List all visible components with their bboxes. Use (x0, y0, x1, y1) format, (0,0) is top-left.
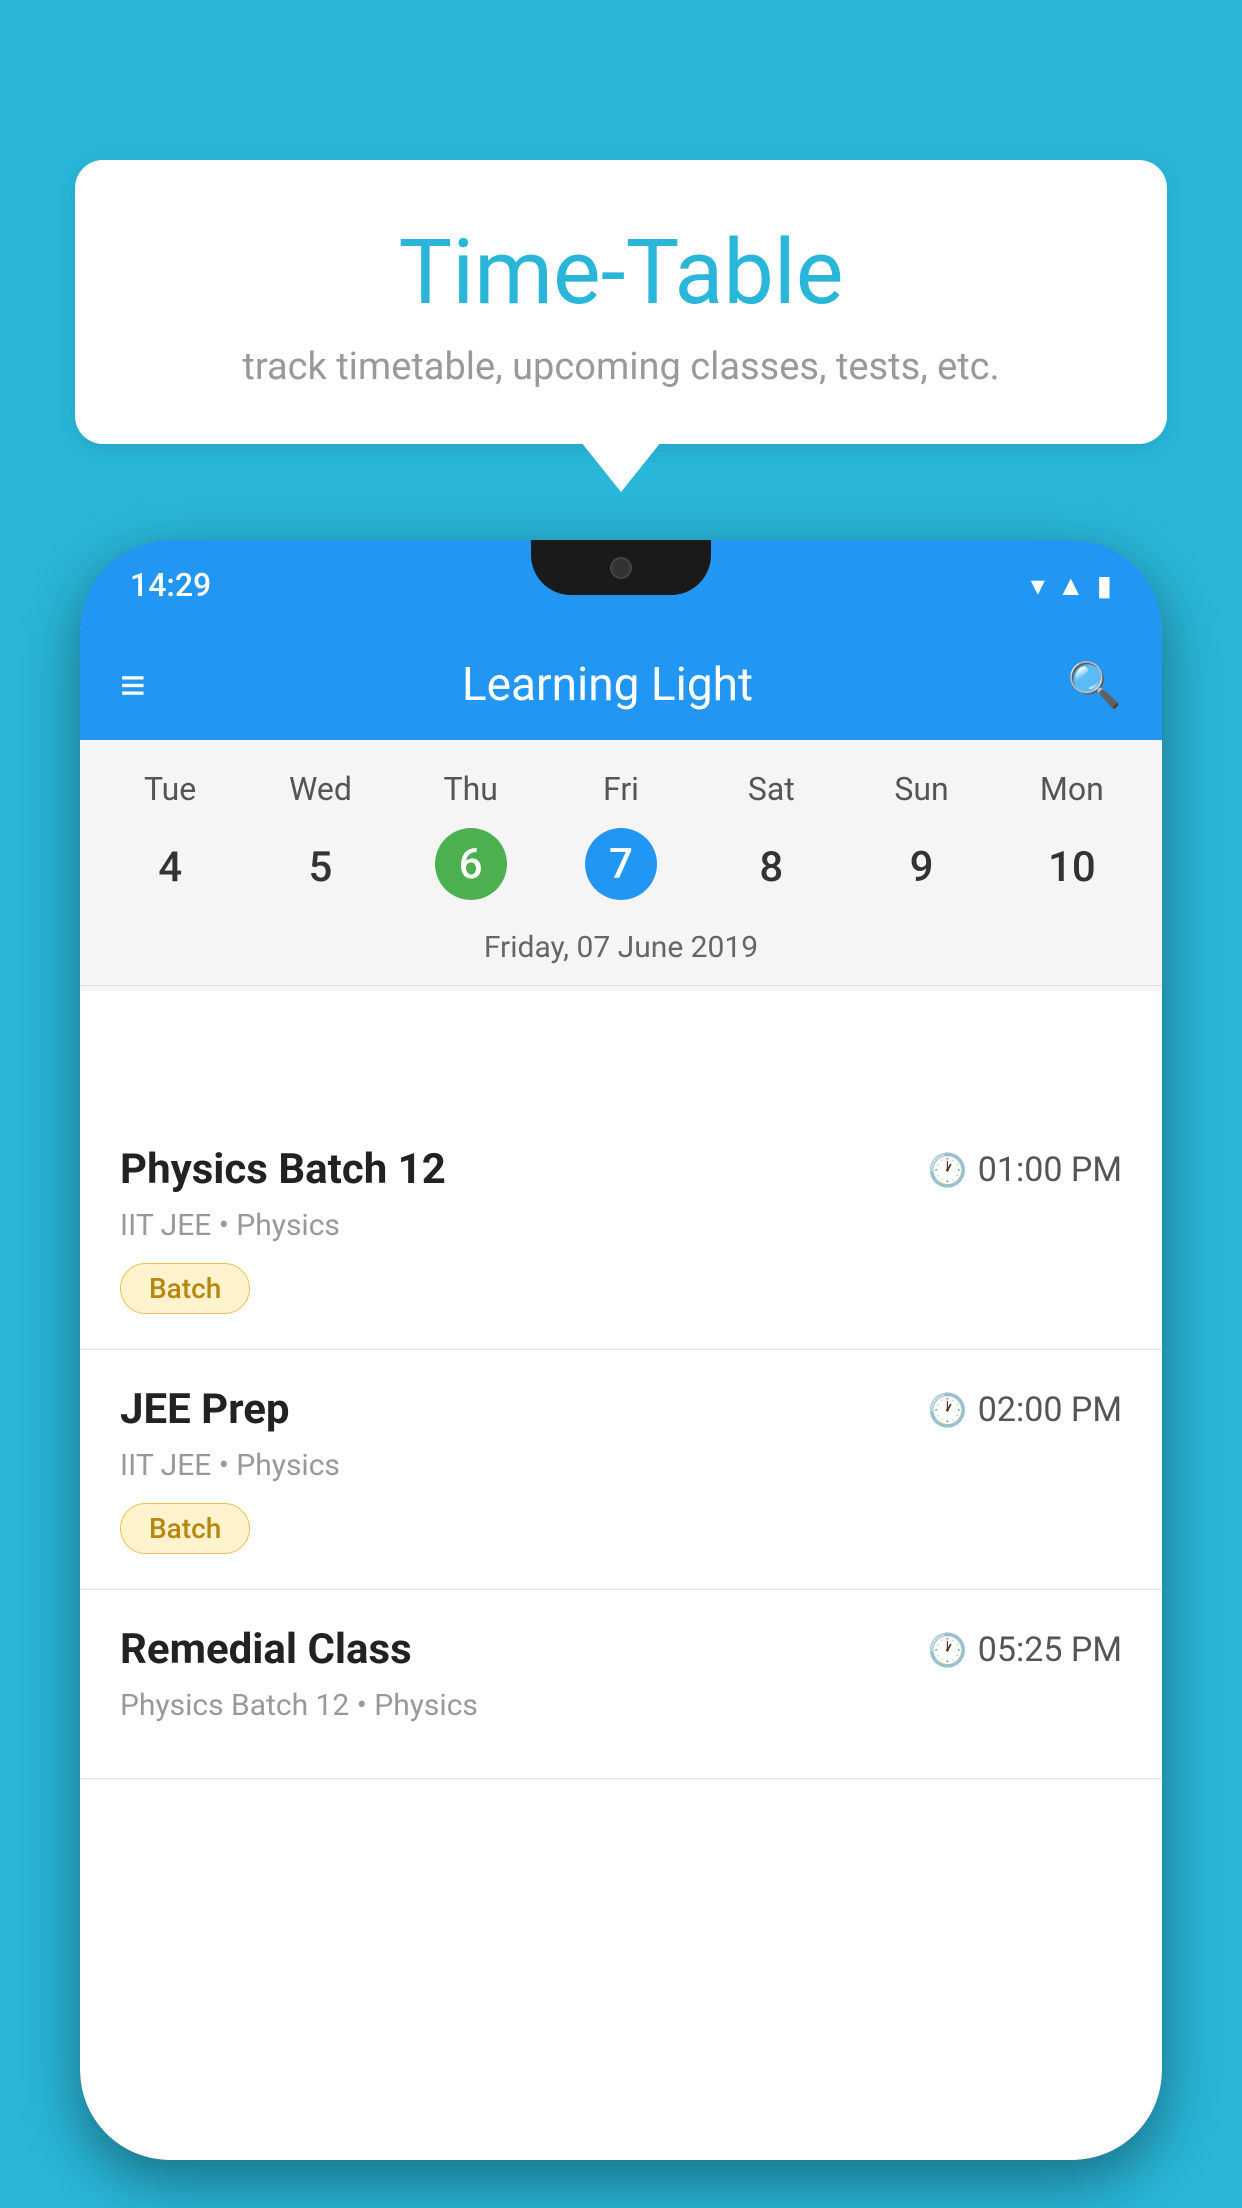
app-bar: ≡ Learning Light 🔍 (80, 630, 1162, 740)
search-icon[interactable]: 🔍 (1067, 659, 1122, 711)
day-header-sat: Sat (696, 760, 846, 818)
day-header-tue: Tue (95, 760, 245, 818)
day-header-sun: Sun (846, 760, 996, 818)
phone-frame: 14:29 ▾ ▲ ▮ ≡ Learning Light 🔍 (80, 540, 1162, 2160)
day-8[interactable]: 8 (696, 828, 846, 907)
phone-mockup: 14:29 ▾ ▲ ▮ ≡ Learning Light 🔍 (80, 540, 1162, 2208)
status-time: 14:29 (130, 566, 211, 604)
schedule-item-subtitle-1: IIT JEE • Physics (120, 1208, 1122, 1243)
day-header-wed: Wed (245, 760, 395, 818)
tooltip-title: Time-Table (125, 220, 1117, 325)
battery-icon: ▮ (1097, 569, 1112, 602)
batch-badge-2: Batch (120, 1503, 250, 1554)
schedule-item-physics-batch[interactable]: Physics Batch 12 🕐 01:00 PM IIT JEE • Ph… (80, 1110, 1162, 1350)
day-5[interactable]: 5 (245, 828, 395, 907)
day-7-selected[interactable]: 7 (585, 828, 657, 900)
day-9[interactable]: 9 (846, 828, 996, 907)
schedule-item-title-1: Physics Batch 12 (120, 1145, 446, 1194)
hamburger-menu-icon[interactable]: ≡ (120, 663, 148, 707)
schedule-item-subtitle-3: Physics Batch 12 • Physics (120, 1688, 1122, 1723)
schedule-item-time-2: 🕐 02:00 PM (928, 1390, 1122, 1430)
day-header-thu: Thu (396, 760, 546, 818)
front-camera (610, 557, 632, 579)
day-10[interactable]: 10 (997, 828, 1147, 907)
schedule-item-remedial[interactable]: Remedial Class 🕐 05:25 PM Physics Batch … (80, 1590, 1162, 1779)
clock-icon-1: 🕐 (928, 1151, 968, 1189)
schedule-item-subtitle-2: IIT JEE • Physics (120, 1448, 1122, 1483)
app-title: Learning Light (462, 658, 753, 712)
wifi-icon: ▾ (1031, 569, 1045, 602)
day-4[interactable]: 4 (95, 828, 245, 907)
day-header-mon: Mon (997, 760, 1147, 818)
status-icons: ▾ ▲ ▮ (1031, 569, 1112, 602)
day-headers: Tue Wed Thu Fri Sat Sun Mon (80, 760, 1162, 818)
clock-icon-2: 🕐 (928, 1391, 968, 1429)
schedule-item-header-3: Remedial Class 🕐 05:25 PM (120, 1625, 1122, 1674)
schedule-item-header-2: JEE Prep 🕐 02:00 PM (120, 1385, 1122, 1434)
day-6-today[interactable]: 6 (435, 828, 507, 900)
day-numbers: 4 5 6 7 8 9 10 (80, 828, 1162, 907)
tooltip-subtitle: track timetable, upcoming classes, tests… (125, 345, 1117, 389)
schedule-container: Physics Batch 12 🕐 01:00 PM IIT JEE • Ph… (80, 1110, 1162, 2160)
notch (531, 540, 711, 595)
schedule-item-time-1: 🕐 01:00 PM (928, 1150, 1122, 1190)
phone-screen: 14:29 ▾ ▲ ▮ ≡ Learning Light 🔍 (80, 540, 1162, 2160)
calendar-section: Tue Wed Thu Fri Sat Sun Mon 4 5 6 7 8 9 … (80, 740, 1162, 991)
day-header-fri: Fri (546, 760, 696, 818)
schedule-item-jee-prep[interactable]: JEE Prep 🕐 02:00 PM IIT JEE • Physics Ba… (80, 1350, 1162, 1590)
schedule-item-time-3: 🕐 05:25 PM (928, 1630, 1122, 1670)
tooltip-card: Time-Table track timetable, upcoming cla… (75, 160, 1167, 444)
batch-badge-1: Batch (120, 1263, 250, 1314)
schedule-item-header-1: Physics Batch 12 🕐 01:00 PM (120, 1145, 1122, 1194)
clock-icon-3: 🕐 (928, 1631, 968, 1669)
signal-icon: ▲ (1057, 569, 1085, 602)
schedule-item-title-2: JEE Prep (120, 1385, 290, 1434)
schedule-item-title-3: Remedial Class (120, 1625, 412, 1674)
selected-date-label: Friday, 07 June 2019 (80, 922, 1162, 986)
